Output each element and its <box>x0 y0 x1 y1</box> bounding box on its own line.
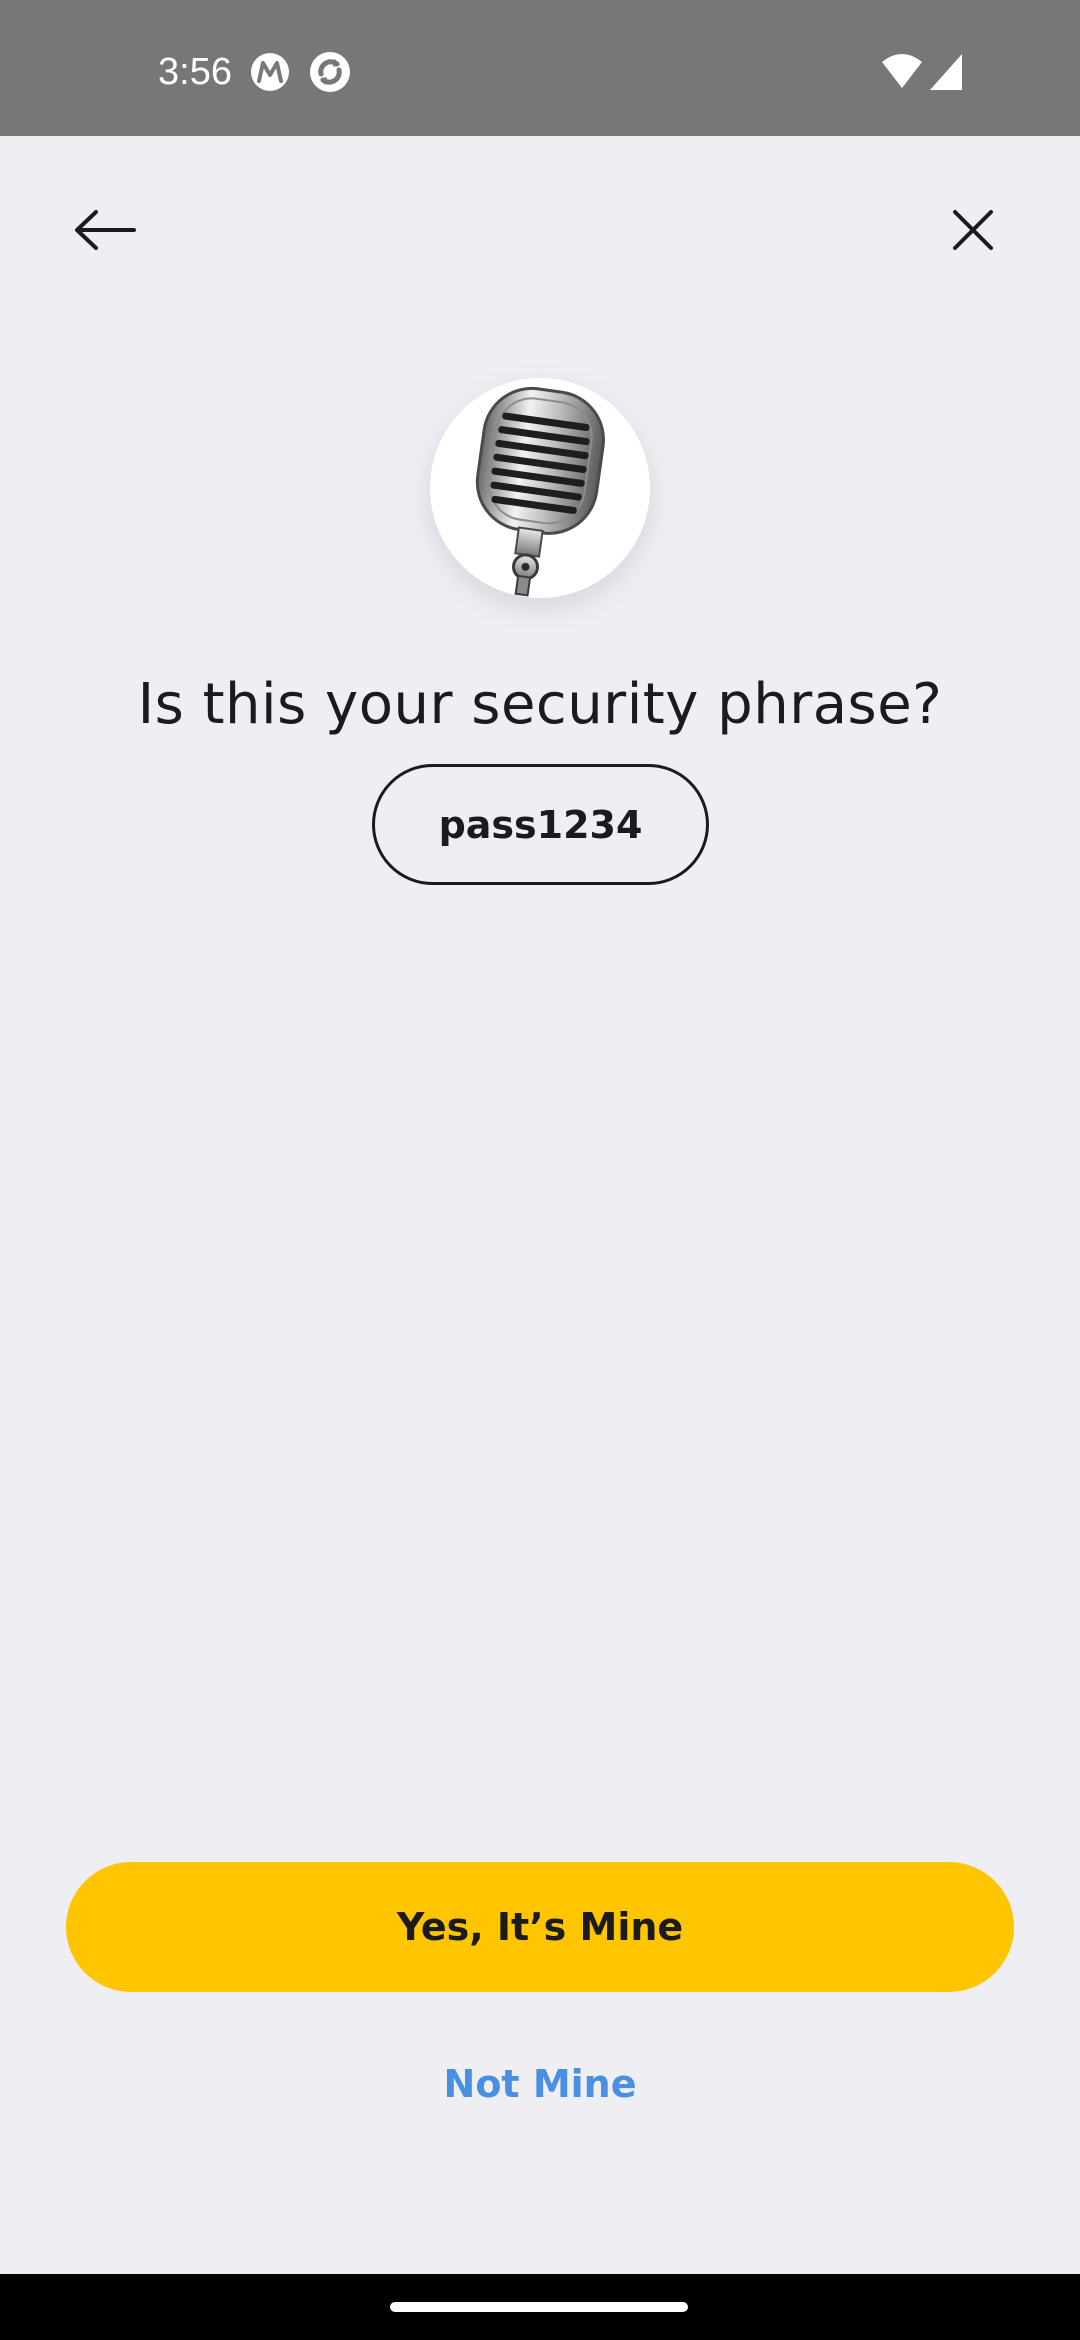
page-title: Is this your security phrase? <box>137 672 943 737</box>
close-icon <box>949 206 997 259</box>
status-bar: 3:56 <box>0 0 1080 136</box>
wifi-icon <box>880 52 924 96</box>
security-phrase-badge: pass1234 <box>372 764 709 885</box>
not-mine-link[interactable]: Not Mine <box>390 2054 690 2114</box>
not-mine-label: Not Mine <box>443 2062 637 2106</box>
back-button[interactable] <box>60 196 150 268</box>
avatar <box>430 378 650 598</box>
arrow-left-icon <box>72 208 138 257</box>
motorola-m-icon <box>248 50 292 94</box>
confirm-button[interactable]: Yes, It’s Mine <box>66 1862 1014 1992</box>
security-phrase-text: pass1234 <box>438 802 643 847</box>
cellular-signal-icon <box>928 52 972 96</box>
status-time: 3:56 <box>158 51 232 93</box>
microphone-icon <box>475 386 605 597</box>
close-button[interactable] <box>928 196 1018 268</box>
security-phrase-screen: 3:56 Is this your security phrase? pass1… <box>0 0 1080 2340</box>
home-indicator[interactable] <box>390 2302 688 2312</box>
sync-app-icon <box>308 50 352 94</box>
confirm-button-label: Yes, It’s Mine <box>396 1905 684 1949</box>
